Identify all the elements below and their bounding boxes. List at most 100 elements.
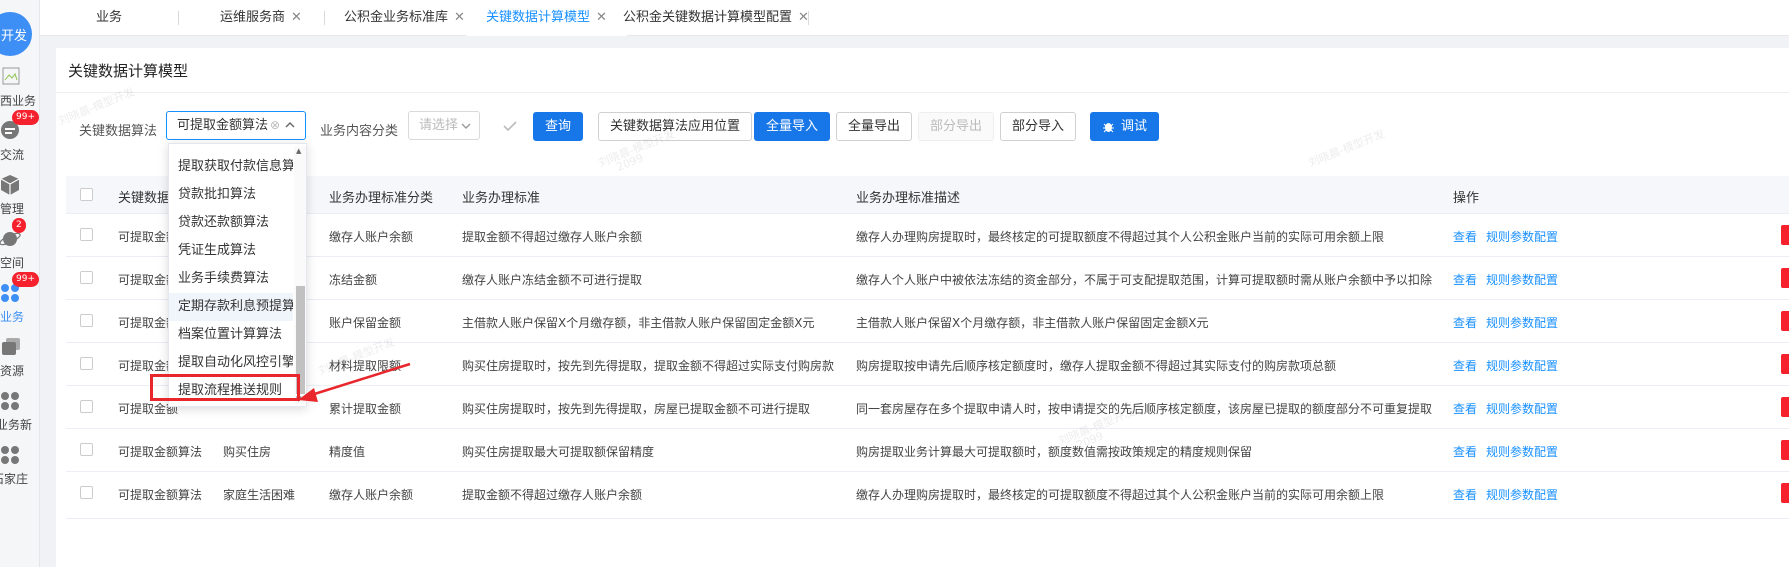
delete-button[interactable] xyxy=(1781,354,1789,374)
cell-class: 冻结金额 xyxy=(329,273,378,287)
delete-button[interactable] xyxy=(1781,397,1789,417)
rule-config-link[interactable]: 规则参数配置 xyxy=(1486,400,1558,417)
rail-item-yewu[interactable]: 99+ 业务 xyxy=(0,272,40,332)
dropdown-option[interactable]: 贷款批扣算法 xyxy=(169,181,293,209)
rail-item-yewu-xin[interactable]: 业务新 xyxy=(0,390,40,440)
col-header-desc: 业务办理标准描述 xyxy=(856,191,961,206)
tab-label: 公积金关键数据计算模型配置 xyxy=(623,10,793,25)
import-part-button[interactable]: 部分导入 xyxy=(1000,112,1077,141)
import-all-button[interactable]: 全量导入 xyxy=(754,112,831,141)
dropdown-option-hovered[interactable]: 定期存款利息预提算 xyxy=(169,293,293,321)
rail-item-guanli[interactable]: 管理 xyxy=(0,174,40,224)
table-header: 关键数据 业务办理标准分类 业务办理标准 业务办理标准描述 操作 xyxy=(66,176,1789,214)
dropdown-option[interactable]: 提取自动化风控引擎 xyxy=(169,349,293,377)
tab-divider xyxy=(178,11,179,25)
cell-desc: 同一套房屋存在多个提取申请人时，按申请提交的先后顺序核定额度，该房屋已提取的额度… xyxy=(856,402,1433,416)
app-logo[interactable]: 开发 xyxy=(0,12,32,56)
debug-button[interactable]: 调试 xyxy=(1090,112,1160,141)
cell-category: 家庭生活困难 xyxy=(223,488,296,502)
tab-jisuan-moxing[interactable]: 关键数据计算模型 ✕ xyxy=(466,0,627,36)
view-link[interactable]: 查看 xyxy=(1453,400,1477,417)
delete-button[interactable] xyxy=(1781,483,1789,503)
row-checkbox[interactable] xyxy=(80,228,93,241)
view-link[interactable]: 查看 xyxy=(1453,443,1477,460)
dropdown-option[interactable]: 凭证生成算法 xyxy=(169,237,293,265)
check-icon xyxy=(503,121,517,132)
category-select[interactable]: 请选择 xyxy=(408,111,480,140)
cell-standard: 主借款人账户保留X个月缴存额，非主借款人账户保留固定金额X元 xyxy=(462,316,815,330)
view-link[interactable]: 查看 xyxy=(1453,271,1477,288)
rail-item-label: 西业务 xyxy=(0,94,37,108)
view-link[interactable]: 查看 xyxy=(1453,357,1477,374)
rule-config-link[interactable]: 规则参数配置 xyxy=(1486,228,1558,245)
dropdown-option[interactable]: 贷款还款额算法 xyxy=(169,209,293,237)
apply-location-button[interactable]: 关键数据算法应用位置 xyxy=(598,112,753,141)
category-filter-label: 业务内容分类 xyxy=(320,124,399,139)
tab-divider xyxy=(324,11,325,25)
rule-config-link[interactable]: 规则参数配置 xyxy=(1486,271,1558,288)
cell-algo: 可提取金额算法 xyxy=(118,445,203,459)
rail-item-label: 石家庄 xyxy=(0,472,29,486)
tab-label: 业务 xyxy=(96,10,123,25)
export-part-button[interactable]: 部分导出 xyxy=(918,112,995,141)
chevron-down-icon xyxy=(461,123,471,129)
watermark: 刘晓晨-模型开发 xyxy=(1306,127,1387,170)
dropdown-option[interactable]: 档案位置计算算法 xyxy=(169,321,293,349)
scroll-up-arrow-icon[interactable]: ▲ xyxy=(296,147,301,155)
clear-icon[interactable]: ⊗ xyxy=(270,112,280,139)
view-link[interactable]: 查看 xyxy=(1453,486,1477,503)
view-link[interactable]: 查看 xyxy=(1453,314,1477,331)
col-header-algo: 关键数据 xyxy=(118,191,171,206)
cell-standard: 购买住房提取最大可提取额保留精度 xyxy=(462,445,655,459)
cell-desc: 缴存人办理购房提取时，最终核定的可提取额度不得超过其个人公积金账户当前的实际可用… xyxy=(856,488,1385,502)
cell-category: 购买住房 xyxy=(223,445,272,459)
tab-moxing-peizhi[interactable]: 公积金关键数据计算模型配置 ✕ xyxy=(623,0,809,36)
table-row: 可提取金额 冻结金额 缴存人账户冻结金额不可进行提取 缴存人个人账户中被依法冻结… xyxy=(66,257,1789,300)
tab-yewu[interactable]: 业务 xyxy=(96,0,122,36)
close-icon[interactable]: ✕ xyxy=(291,10,302,25)
close-icon[interactable]: ✕ xyxy=(596,10,607,25)
tab-label: 关键数据计算模型 xyxy=(486,10,591,25)
rail-item-jiaoliu[interactable]: 99+ 交流 xyxy=(0,110,40,170)
select-all-checkbox[interactable] xyxy=(80,188,93,201)
delete-button[interactable] xyxy=(1781,268,1789,288)
rule-config-link[interactable]: 规则参数配置 xyxy=(1486,357,1558,374)
highlight-box xyxy=(150,374,300,401)
rail-item-kongjian[interactable]: 2 空间 xyxy=(0,218,40,278)
dropdown-option[interactable]: 提取获取付款信息算 xyxy=(169,153,293,181)
row-checkbox[interactable] xyxy=(80,271,93,284)
rail-item-shijiazhuang[interactable]: 石家庄 xyxy=(0,444,40,494)
notification-badge: 99+ xyxy=(12,110,39,125)
delete-button[interactable] xyxy=(1781,311,1789,331)
algo-select[interactable]: 可提取金额算法 ⊗ xyxy=(166,111,306,140)
table-row: 可提取金额算法 家庭生活困难 缴存人账户余额 提取金额不得超过缴存人账户余额 缴… xyxy=(66,472,1789,519)
tab-biaozhunku[interactable]: 公积金业务标准库 ✕ xyxy=(344,0,465,36)
tab-label: 运维服务商 xyxy=(220,10,286,25)
tab-divider xyxy=(808,11,809,25)
row-checkbox[interactable] xyxy=(80,314,93,327)
row-checkbox[interactable] xyxy=(80,443,93,456)
debug-button-label: 调试 xyxy=(1121,119,1148,134)
rail-item-ziyuan[interactable]: 资源 xyxy=(0,336,40,386)
delete-button[interactable] xyxy=(1781,440,1789,460)
row-checkbox[interactable] xyxy=(80,486,93,499)
view-link[interactable]: 查看 xyxy=(1453,228,1477,245)
divider xyxy=(56,92,1789,93)
export-all-button[interactable]: 全量导出 xyxy=(836,112,913,141)
dropdown-option[interactable]: 业务手续费算法 xyxy=(169,265,293,293)
rule-config-link[interactable]: 规则参数配置 xyxy=(1486,314,1558,331)
rail-item-label: 业务 xyxy=(0,310,25,324)
row-checkbox[interactable] xyxy=(80,357,93,370)
tab-yunwei[interactable]: 运维服务商 ✕ xyxy=(220,0,302,36)
cell-standard: 提取金额不得超过缴存人账户余额 xyxy=(462,488,643,502)
chevron-up-icon xyxy=(285,122,295,128)
rule-config-link[interactable]: 规则参数配置 xyxy=(1486,486,1558,503)
rail-item-xi-yewu[interactable]: 西业务 xyxy=(0,66,40,116)
delete-button[interactable] xyxy=(1781,225,1789,245)
rule-config-link[interactable]: 规则参数配置 xyxy=(1486,443,1558,460)
notification-badge: 99+ xyxy=(12,272,39,287)
query-button[interactable]: 查询 xyxy=(533,112,584,141)
row-checkbox[interactable] xyxy=(80,400,93,413)
cube-icon xyxy=(0,175,20,195)
close-icon[interactable]: ✕ xyxy=(454,10,465,25)
